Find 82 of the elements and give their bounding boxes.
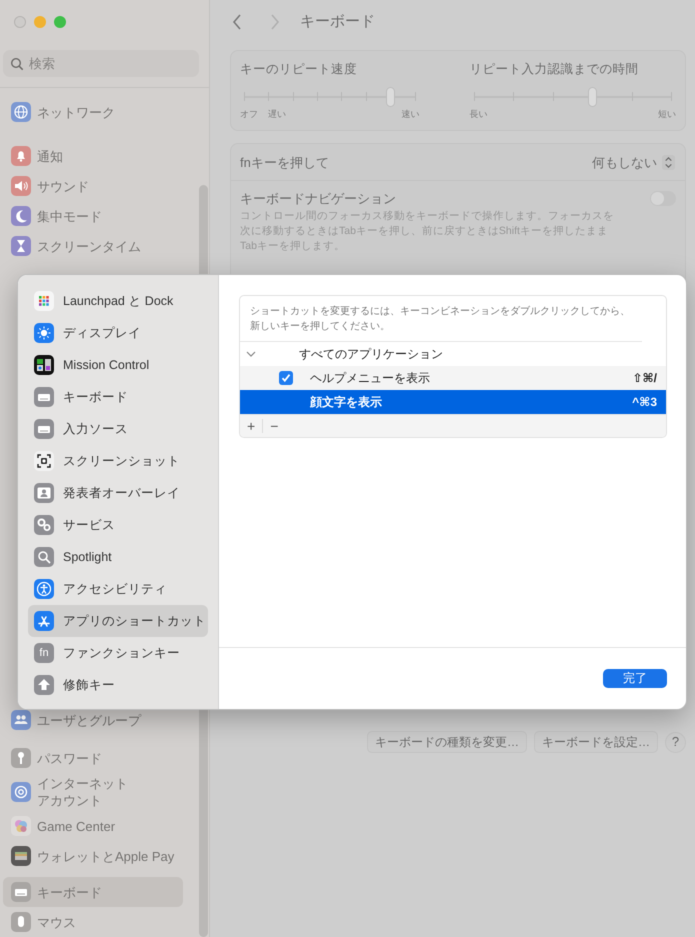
keyboard-icon <box>34 419 54 439</box>
category-item[interactable]: fn ファンクションキー <box>28 637 208 669</box>
zoom-button[interactable] <box>54 16 66 28</box>
category-item[interactable]: アクセシビリティ <box>28 573 208 605</box>
sidebar-item[interactable]: Game Center <box>3 811 183 841</box>
speaker-icon <box>11 176 31 196</box>
person-card-icon <box>34 483 54 503</box>
scale-label: 長い <box>470 108 488 121</box>
updown-chevron-icon <box>661 154 676 170</box>
search-field[interactable]: 検索 <box>3 50 199 77</box>
search-icon <box>10 57 24 71</box>
hourglass-icon <box>11 236 31 256</box>
remove-button[interactable]: − <box>263 418 286 434</box>
back-icon[interactable] <box>232 14 242 30</box>
category-item[interactable]: キーボード <box>28 381 208 413</box>
row-label: キーボードナビゲーション <box>240 190 397 208</box>
hint-text: ショートカットを変更するには、キーコンビネーションをダブルクリックしてから、新しいキーを押してください。 <box>240 296 642 342</box>
popup-button[interactable]: 何もしない <box>592 152 676 172</box>
accessibility-icon <box>34 579 54 599</box>
scale-label: 遅い <box>268 108 286 121</box>
category-item[interactable]: 発表者オーバーレイ <box>28 477 208 509</box>
forward-icon[interactable] <box>270 14 280 30</box>
shortcut-row[interactable]: ヘルプメニューを表示 ⇧⌘/ <box>240 366 666 390</box>
sidebar-item[interactable]: 集中モード <box>3 201 183 231</box>
row-label: fnキーを押して <box>240 154 329 172</box>
viewfinder-icon <box>34 451 54 471</box>
keyboard-icon <box>11 882 31 902</box>
sun-icon <box>34 323 54 343</box>
key-icon <box>11 748 31 768</box>
settings-button[interactable]: キーボードを設定… <box>534 731 658 754</box>
checkbox[interactable] <box>279 371 293 385</box>
slider-thumb[interactable] <box>588 86 597 107</box>
slider-label: リピート入力認識までの時間 <box>470 61 640 78</box>
category-item[interactable]: ディスプレイ <box>28 317 208 349</box>
sidebar-item[interactable]: ウォレットとApple Pay <box>3 841 183 871</box>
bubbles-icon <box>11 816 31 836</box>
window-title: キーボード <box>300 12 375 32</box>
sidebar-item[interactable]: インターネットアカウント <box>3 773 183 811</box>
scale-label: オフ <box>240 108 258 121</box>
shortcut-row[interactable]: 顔文字を表示 ^⌘3 <box>240 390 666 414</box>
sidebar-item[interactable]: パスワード <box>3 743 183 773</box>
add-button[interactable]: + <box>240 418 262 434</box>
category-item[interactable]: Mission Control <box>28 349 208 381</box>
category-item[interactable]: スクリーンショット <box>28 445 208 477</box>
globe-icon <box>11 102 31 122</box>
scale-label: 速い <box>402 108 420 121</box>
slider-track[interactable] <box>244 86 415 108</box>
search-icon <box>34 547 54 567</box>
done-button[interactable]: 完了 <box>603 669 667 688</box>
slider-track[interactable] <box>474 86 671 108</box>
settings-button[interactable]: キーボードの種類を変更… <box>367 731 527 754</box>
category-item[interactable]: 入力ソース <box>28 413 208 445</box>
category-item[interactable]: 修飾キー <box>28 669 208 701</box>
at-sign-icon <box>11 782 31 802</box>
category-item[interactable]: アプリのショートカット <box>28 605 208 637</box>
category-item[interactable]: Spotlight <box>28 541 208 573</box>
grid-icon <box>34 291 54 311</box>
wallet-icon <box>11 846 31 866</box>
slider-label: キーのリピート速度 <box>240 61 358 78</box>
sidebar-item[interactable]: 通知 <box>3 141 183 171</box>
sidebar-item[interactable]: サウンド <box>3 171 183 201</box>
slider-thumb[interactable] <box>386 86 396 107</box>
mouse-icon <box>11 912 31 932</box>
arrow-up-icon <box>34 675 54 695</box>
sidebar-item[interactable]: スクリーンタイム <box>3 231 183 261</box>
keyboard-icon <box>34 387 54 407</box>
sidebar-item[interactable]: マウス <box>3 907 183 937</box>
fn-icon: fn <box>34 643 54 663</box>
windows-icon <box>34 355 54 375</box>
sidebar-item[interactable]: ユーザとグループ <box>3 705 183 735</box>
category-item[interactable]: サービス <box>28 509 208 541</box>
help-button[interactable]: ? <box>665 732 686 753</box>
app-store-icon <box>34 611 54 631</box>
bell-icon <box>11 146 31 166</box>
gears-icon <box>34 515 54 535</box>
minimize-button[interactable] <box>34 16 46 28</box>
close-button[interactable] <box>14 16 26 28</box>
moon-icon <box>11 206 31 226</box>
group-label: すべてのアプリケーション <box>299 346 443 363</box>
category-item[interactable]: Launchpad と Dock <box>28 285 208 317</box>
scale-label: 短い <box>658 108 676 121</box>
sidebar-item[interactable]: ネットワーク <box>3 97 183 127</box>
